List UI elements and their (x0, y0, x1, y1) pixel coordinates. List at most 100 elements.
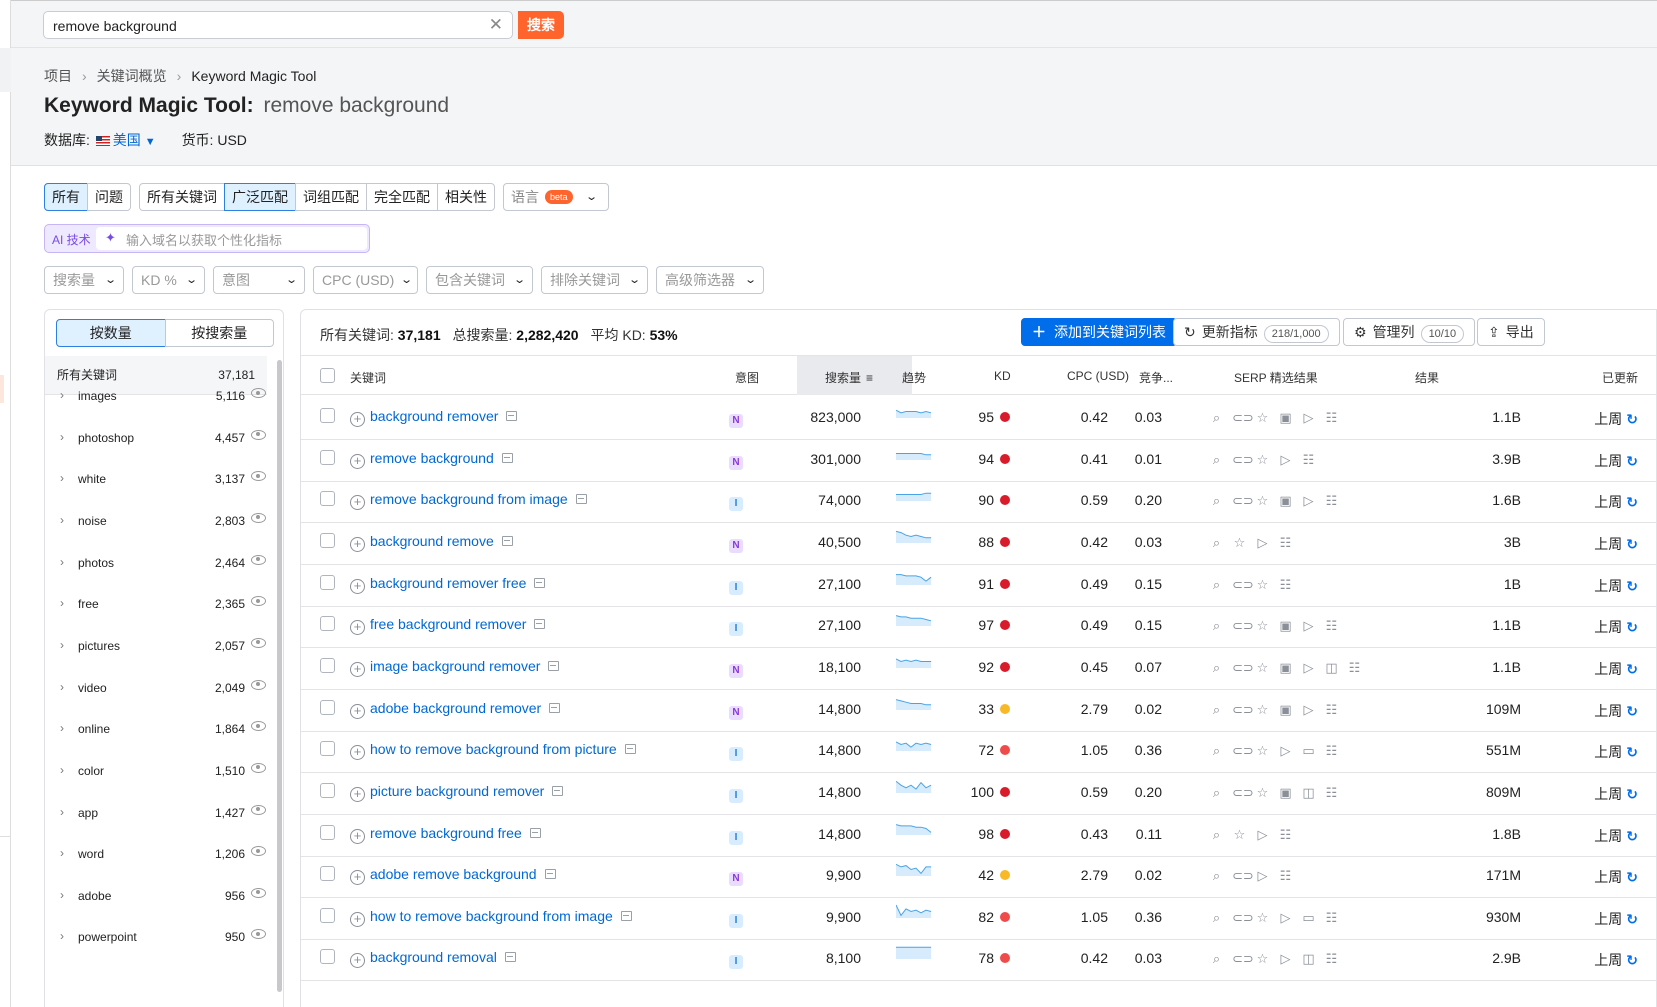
column-competition[interactable]: 竞争... (1139, 369, 1173, 386)
keyword-link[interactable]: image background remover (370, 658, 540, 674)
star-icon[interactable]: ☆ (1232, 535, 1247, 550)
serp-icon[interactable]: ⌕ (1209, 785, 1224, 800)
language-dropdown[interactable]: 语言 beta ⌄ (503, 183, 609, 211)
list-icon[interactable]: ☷ (1324, 743, 1339, 758)
star-icon[interactable]: ☆ (1255, 577, 1270, 592)
serp-snapshot-icon[interactable] (549, 702, 561, 713)
list-icon[interactable]: ☷ (1324, 410, 1339, 425)
list-icon[interactable]: ☷ (1324, 951, 1339, 966)
link-icon[interactable]: ⊂⊃ (1232, 743, 1254, 758)
sidebar-scrollbar[interactable] (277, 360, 282, 992)
serp-icon[interactable]: ⌕ (1209, 951, 1224, 966)
serp-icon[interactable]: ⌕ (1209, 618, 1224, 633)
sidebar-group-item[interactable]: › word 1,206 (45, 832, 267, 876)
add-keyword-icon[interactable]: + (350, 828, 365, 844)
refresh-icon[interactable]: ↻ (1626, 661, 1638, 677)
row-checkbox[interactable] (320, 408, 335, 423)
update-metrics-button[interactable]: ↻ 更新指标 218/1,000 (1173, 318, 1340, 346)
star-icon[interactable]: ☆ (1255, 618, 1270, 633)
chevron-right-icon[interactable]: › (60, 721, 64, 735)
list-icon[interactable]: ☷ (1278, 535, 1293, 550)
list-icon[interactable]: ☷ (1324, 493, 1339, 508)
star-icon[interactable]: ☆ (1255, 660, 1270, 675)
list-icon[interactable]: ☷ (1347, 660, 1362, 675)
eye-icon[interactable] (251, 846, 266, 857)
tab-all[interactable]: 所有 (44, 183, 88, 211)
add-keyword-icon[interactable]: + (350, 703, 365, 719)
sidebar-group-item[interactable]: › free 2,365 (45, 582, 267, 626)
serp-icon[interactable]: ⌕ (1209, 660, 1224, 675)
tab-questions[interactable]: 问题 (87, 183, 131, 211)
export-button[interactable]: ⇪ 导出 (1477, 318, 1545, 346)
serp-icon[interactable]: ⌕ (1209, 702, 1224, 717)
sidebar-group-item[interactable]: › noise 2,803 (45, 499, 267, 543)
column-kd[interactable]: KD (994, 369, 1011, 383)
star-icon[interactable]: ☆ (1255, 452, 1270, 467)
eye-icon[interactable] (251, 929, 266, 940)
star-icon[interactable]: ☆ (1255, 910, 1270, 925)
star-icon[interactable]: ☆ (1255, 702, 1270, 717)
row-checkbox[interactable] (320, 616, 335, 632)
add-keyword-icon[interactable]: + (350, 620, 365, 636)
add-keyword-icon[interactable]: + (350, 745, 365, 761)
keyword-link[interactable]: adobe remove background (370, 866, 537, 882)
serp-icon[interactable]: ⌕ (1209, 868, 1224, 883)
list-icon[interactable]: ☷ (1324, 702, 1339, 717)
row-checkbox[interactable] (320, 866, 335, 882)
serp-icon[interactable]: ⌕ (1209, 910, 1224, 925)
row-checkbox[interactable] (320, 741, 335, 757)
keyword-link[interactable]: how to remove background from image (370, 908, 613, 924)
add-keyword-icon[interactable]: + (350, 661, 365, 677)
database-selector[interactable]: 美国 ▼ (94, 132, 156, 148)
serp-icon[interactable]: ⌕ (1209, 535, 1224, 550)
keyword-link[interactable]: background remover free (370, 575, 526, 591)
link-icon[interactable]: ⊂⊃ (1232, 868, 1254, 883)
column-results[interactable]: 结果 (1415, 369, 1439, 386)
add-keyword-icon[interactable]: + (350, 911, 365, 927)
search-button[interactable]: 搜索 (518, 11, 564, 39)
filter-intent[interactable]: 意图 ⌄ (213, 266, 305, 294)
serp-icon[interactable]: ⌕ (1209, 577, 1224, 592)
chevron-right-icon[interactable]: › (60, 471, 64, 485)
refresh-icon[interactable]: ↻ (1626, 744, 1638, 760)
serp-snapshot-icon[interactable] (501, 452, 513, 463)
eye-icon[interactable] (251, 471, 266, 482)
refresh-icon[interactable]: ↻ (1626, 786, 1638, 802)
serp-snapshot-icon[interactable] (575, 494, 587, 505)
manage-columns-button[interactable]: ⚙ 管理列 10/10 (1343, 318, 1476, 346)
image-icon[interactable]: ▣ (1278, 702, 1293, 717)
video-icon[interactable]: ▷ (1255, 868, 1270, 883)
serp-snapshot-icon[interactable] (552, 785, 564, 796)
keyword-link[interactable]: picture background remover (370, 783, 544, 799)
refresh-icon[interactable]: ↻ (1626, 536, 1638, 552)
sidebar-group-item[interactable]: › white 3,137 (45, 457, 267, 501)
refresh-icon[interactable]: ↻ (1626, 411, 1638, 427)
image-icon[interactable]: ▣ (1278, 660, 1293, 675)
row-checkbox[interactable] (320, 949, 335, 965)
list-icon[interactable]: ☷ (1301, 452, 1316, 467)
domain-input[interactable]: ✦ 输入域名以获取个性化指标 (96, 227, 367, 250)
column-keyword[interactable]: 关键词 (350, 369, 386, 386)
chevron-right-icon[interactable]: › (60, 638, 64, 652)
add-keyword-icon[interactable]: + (350, 953, 365, 969)
sort-by-volume-button[interactable]: 按搜索量 (164, 319, 274, 347)
video-icon[interactable]: ▷ (1301, 702, 1316, 717)
column-updated[interactable]: 已更新 (1602, 369, 1638, 386)
refresh-icon[interactable]: ↻ (1626, 453, 1638, 469)
row-checkbox[interactable] (320, 449, 335, 465)
link-icon[interactable]: ⊂⊃ (1232, 910, 1254, 925)
filter-advanced[interactable]: 高级筛选器 ⌄ (656, 266, 764, 294)
sidebar-group-item[interactable]: › app 1,427 (45, 791, 267, 835)
row-checkbox[interactable] (320, 532, 335, 548)
eye-icon[interactable] (251, 429, 266, 440)
keyword-link[interactable]: background remover (370, 408, 498, 424)
link-icon[interactable]: ⊂⊃ (1232, 702, 1254, 717)
eye-icon[interactable] (251, 887, 266, 898)
eye-icon[interactable] (251, 554, 266, 565)
refresh-icon[interactable]: ↻ (1626, 869, 1638, 885)
row-checkbox[interactable] (320, 491, 335, 507)
search-input[interactable]: remove background ✕ (43, 11, 513, 39)
refresh-icon[interactable]: ↻ (1626, 911, 1638, 927)
refresh-icon[interactable]: ↻ (1626, 494, 1638, 510)
sidebar-group-item[interactable]: › photoshop 4,457 (45, 416, 267, 460)
